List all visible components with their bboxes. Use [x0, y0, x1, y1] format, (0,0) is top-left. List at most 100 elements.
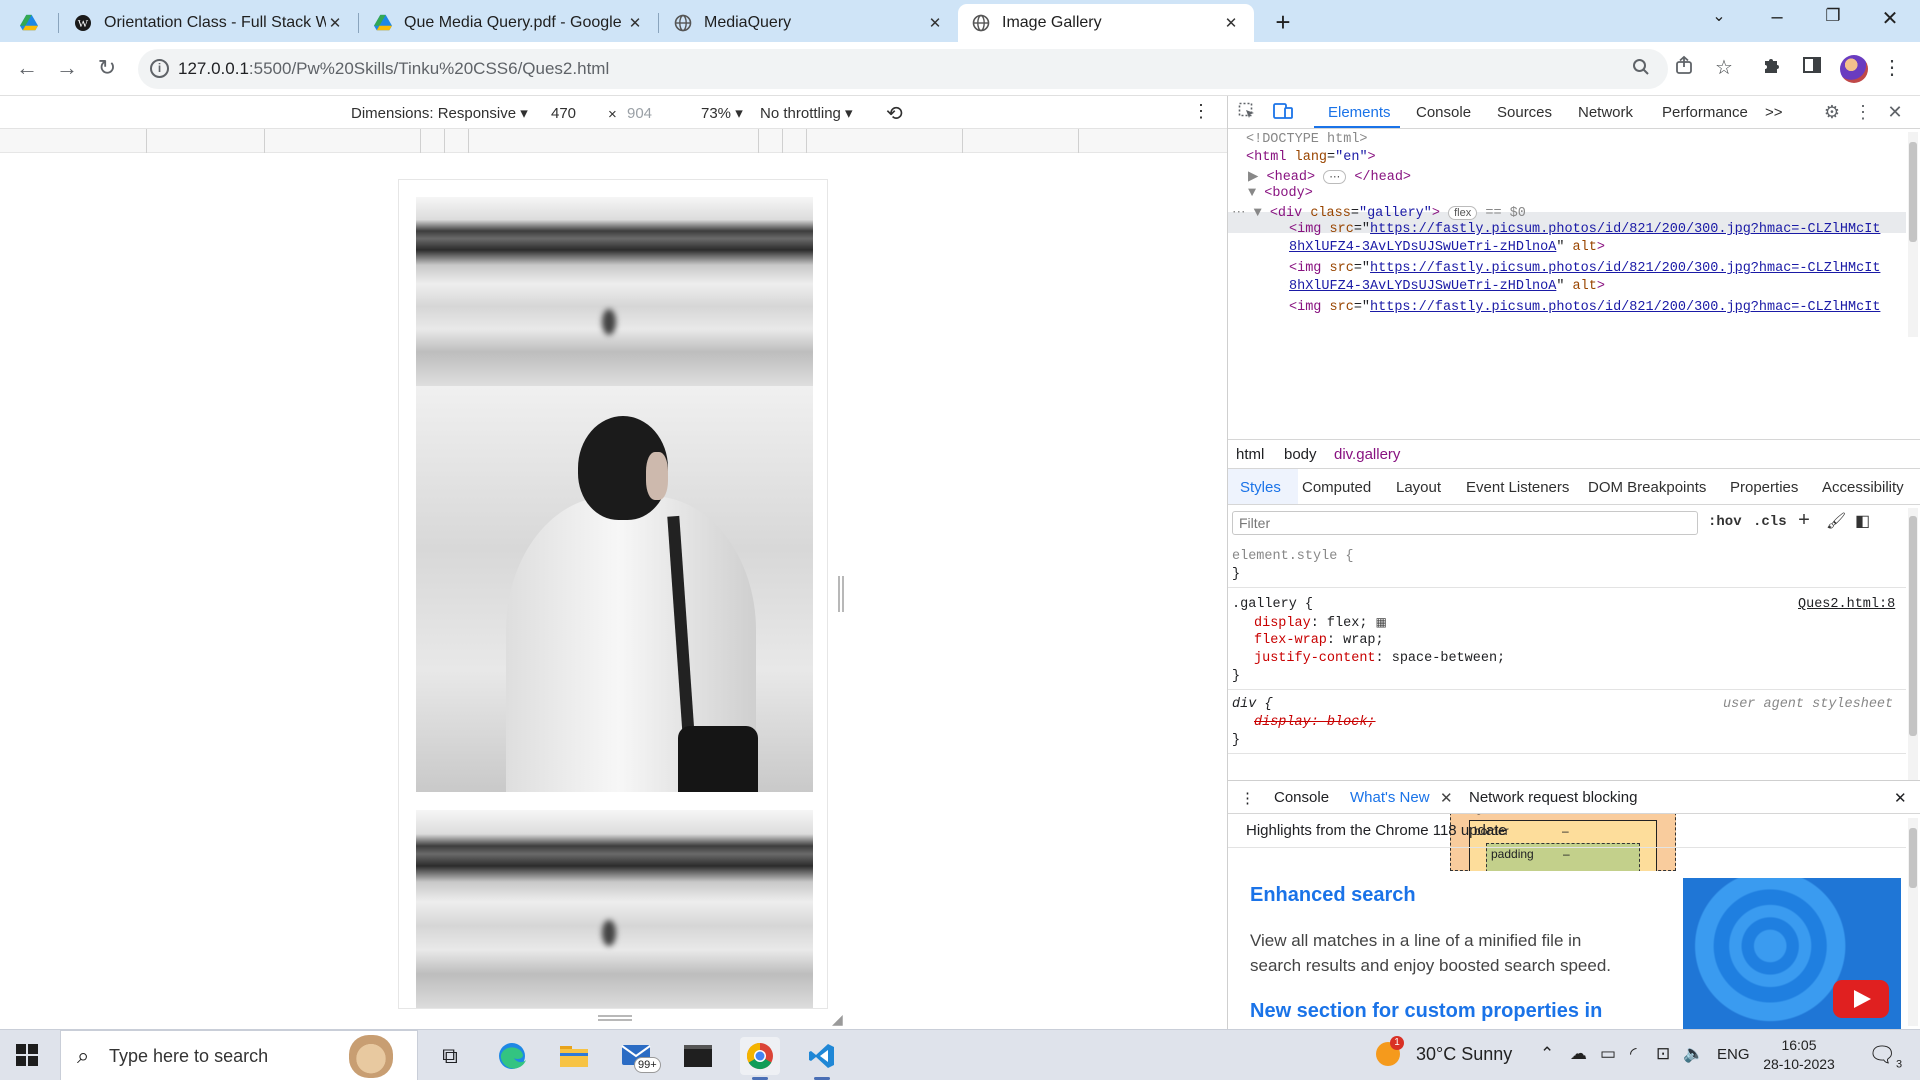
div-ua-rule-selector[interactable]: div { — [1232, 697, 1273, 712]
viewport-corner-resize-handle[interactable]: ◢ — [832, 1011, 843, 1028]
drawer-tab-network-request-blocking[interactable]: Network request blocking — [1469, 789, 1637, 806]
dom-scrollbar[interactable] — [1908, 132, 1918, 337]
zoom-dropdown[interactable]: 73% ▾ — [701, 104, 743, 122]
edge-browser-icon[interactable] — [492, 1037, 532, 1075]
chrome-icon[interactable] — [740, 1037, 780, 1080]
tab-que-media-query-pdf[interactable]: Que Media Query.pdf - Google D ✕ — [360, 4, 658, 42]
breadcrumb-html[interactable]: html — [1236, 446, 1264, 463]
new-style-rule-icon[interactable]: + — [1798, 510, 1810, 533]
toggle-sidebar-icon[interactable]: ◧ — [1855, 511, 1870, 531]
tab-dom-breakpoints[interactable]: DOM Breakpoints — [1588, 479, 1706, 496]
img-node[interactable]: <img src="https://fastly.picsum.photos/i… — [1289, 222, 1880, 237]
css-declaration-overridden[interactable]: display: block; — [1254, 715, 1376, 730]
notifications-icon[interactable]: 🗨3 — [1868, 1042, 1902, 1070]
tab-console[interactable]: Console — [1416, 104, 1471, 121]
tab-computed[interactable]: Computed — [1302, 479, 1371, 496]
youtube-play-icon[interactable] — [1833, 980, 1889, 1018]
cls-toggle[interactable]: .cls — [1753, 514, 1787, 530]
tab-network[interactable]: Network — [1578, 104, 1633, 121]
viewport-height-input[interactable] — [621, 101, 679, 125]
img-node-cont[interactable]: 8hXlUFZ4-3AvLYDsUJSwUeTri-zHDlnoA" alt> — [1289, 240, 1605, 255]
task-view-icon[interactable]: ⧉ — [430, 1037, 470, 1075]
settings-gear-icon[interactable]: ⚙ — [1821, 102, 1843, 123]
address-bar[interactable]: i 127.0.0.1:5500/Pw%20Skills/Tinku%20CSS… — [138, 49, 1668, 89]
viewport-height-resize-handle[interactable] — [598, 1015, 632, 1021]
show-hidden-icons-chevron-icon[interactable]: ⌃ — [1540, 1044, 1554, 1064]
back-arrow-icon[interactable]: ← — [12, 53, 42, 83]
close-tab-icon[interactable]: ✕ — [926, 14, 944, 32]
close-drawer-icon[interactable]: ✕ — [1894, 789, 1907, 807]
tab-styles[interactable]: Styles — [1240, 479, 1281, 496]
css-declaration[interactable]: display: flex; ▦ — [1254, 615, 1387, 631]
gallery-div-node[interactable]: ⋯ ▼ <div class="gallery"> flex == $0 — [1232, 204, 1526, 221]
css-declaration[interactable]: justify-content: space-between; — [1254, 651, 1505, 666]
drawer-tab-whats-new[interactable]: What's New — [1350, 789, 1430, 806]
weather-widget[interactable]: 1 30°C Sunny — [1376, 1036, 1526, 1072]
dimensions-dropdown[interactable]: Dimensions: Responsive ▾ — [351, 104, 528, 122]
tab-performance[interactable]: Performance — [1662, 104, 1748, 121]
minimize-button[interactable]: – — [1757, 6, 1797, 29]
close-tab-icon[interactable]: ✕ — [626, 14, 644, 32]
tab-orientation-class[interactable]: W Orientation Class - Full Stack We ✕ — [60, 4, 358, 42]
flexbox-editor-icon[interactable]: ▦ — [1376, 616, 1387, 630]
close-window-button[interactable]: ✕ — [1870, 6, 1910, 31]
inspect-element-icon[interactable] — [1236, 102, 1258, 125]
viewport-width-resize-handle[interactable] — [838, 576, 844, 612]
body-node[interactable]: ▼ <body> — [1248, 186, 1313, 201]
breadcrumb-div-gallery[interactable]: div.gallery — [1334, 446, 1400, 463]
device-toolbar-menu-icon[interactable]: ⋮ — [1192, 101, 1210, 122]
restore-button[interactable]: ❐ — [1813, 6, 1853, 26]
tab-accessibility[interactable]: Accessibility — [1822, 479, 1904, 496]
new-tab-button[interactable]: + — [1270, 7, 1296, 38]
media-query-ruler[interactable] — [0, 129, 1227, 153]
url-text[interactable]: 127.0.0.1:5500/Pw%20Skills/Tinku%20CSS6/… — [178, 59, 609, 79]
tab-properties[interactable]: Properties — [1730, 479, 1798, 496]
close-tab-icon[interactable]: ✕ — [1222, 14, 1240, 32]
gallery-rule-source-link[interactable]: Ques2.html:8 — [1798, 597, 1895, 612]
doctype-node[interactable]: <!DOCTYPE html> — [1246, 132, 1368, 147]
share-icon[interactable] — [1670, 55, 1698, 83]
battery-icon[interactable]: ▭ — [1600, 1044, 1616, 1064]
hov-toggle[interactable]: :hov — [1708, 514, 1742, 530]
profile-avatar[interactable] — [1840, 55, 1868, 83]
monitor-icon[interactable]: ⊡ — [1656, 1044, 1670, 1064]
close-tab-icon[interactable]: ✕ — [326, 14, 344, 32]
tab-event-listeners[interactable]: Event Listeners — [1466, 479, 1569, 496]
close-whats-new-icon[interactable]: ✕ — [1440, 789, 1453, 807]
extensions-puzzle-icon[interactable] — [1758, 55, 1786, 83]
viewport-width-input[interactable] — [545, 101, 603, 125]
head-node[interactable]: ▶ <head> ⋯ </head> — [1248, 168, 1411, 185]
styles-scrollbar[interactable] — [1908, 508, 1918, 793]
enhanced-search-link[interactable]: Enhanced search — [1250, 884, 1416, 907]
whats-new-video-thumbnail[interactable] — [1683, 878, 1901, 1029]
devtools-menu-kebab-icon[interactable]: ⋮ — [1852, 102, 1874, 123]
site-info-icon[interactable]: i — [150, 59, 169, 78]
tab-sources[interactable]: Sources — [1497, 104, 1552, 121]
side-panel-icon[interactable] — [1798, 55, 1826, 83]
throttling-dropdown[interactable]: No throttling ▾ — [760, 104, 853, 122]
bookmark-star-icon[interactable]: ☆ — [1710, 55, 1738, 83]
cloud-icon[interactable]: ☁ — [1570, 1044, 1587, 1064]
wifi-icon[interactable]: ◜ — [1630, 1044, 1637, 1064]
custom-properties-link[interactable]: New section for custom properties in — [1250, 1000, 1602, 1023]
img-node[interactable]: <img src="https://fastly.picsum.photos/i… — [1289, 261, 1880, 276]
more-tabs-chevron-icon[interactable]: >> — [1765, 104, 1783, 121]
css-declaration[interactable]: flex-wrap: wrap; — [1254, 633, 1384, 648]
mail-icon[interactable]: 99+ — [616, 1037, 661, 1075]
vscode-icon[interactable] — [802, 1037, 842, 1080]
tab-layout[interactable]: Layout — [1396, 479, 1441, 496]
drawer-tab-console[interactable]: Console — [1274, 789, 1329, 806]
clock[interactable]: 16:05 28-10-2023 — [1762, 1036, 1836, 1074]
reload-icon[interactable]: ↻ — [92, 53, 122, 83]
img-node-cont[interactable]: 8hXlUFZ4-3AvLYDsUJSwUeTri-zHDlnoA" alt> — [1289, 279, 1605, 294]
tab-mediaquery[interactable]: MediaQuery ✕ — [660, 4, 958, 42]
paint-brush-icon[interactable]: 🖌 — [1826, 511, 1846, 531]
speaker-icon[interactable]: 🔈 — [1683, 1044, 1704, 1064]
chrome-menu-kebab-icon[interactable]: ⋮ — [1878, 55, 1906, 83]
google-drive-extension-tab[interactable] — [20, 4, 50, 42]
rotate-device-icon[interactable]: ⟲ — [886, 101, 903, 126]
tab-search-chevron-icon[interactable]: ⌄ — [1699, 6, 1739, 26]
file-explorer-icon[interactable] — [554, 1037, 594, 1075]
img-node[interactable]: <img src="https://fastly.picsum.photos/i… — [1289, 300, 1880, 315]
tab-image-gallery[interactable]: Image Gallery ✕ — [958, 4, 1254, 42]
